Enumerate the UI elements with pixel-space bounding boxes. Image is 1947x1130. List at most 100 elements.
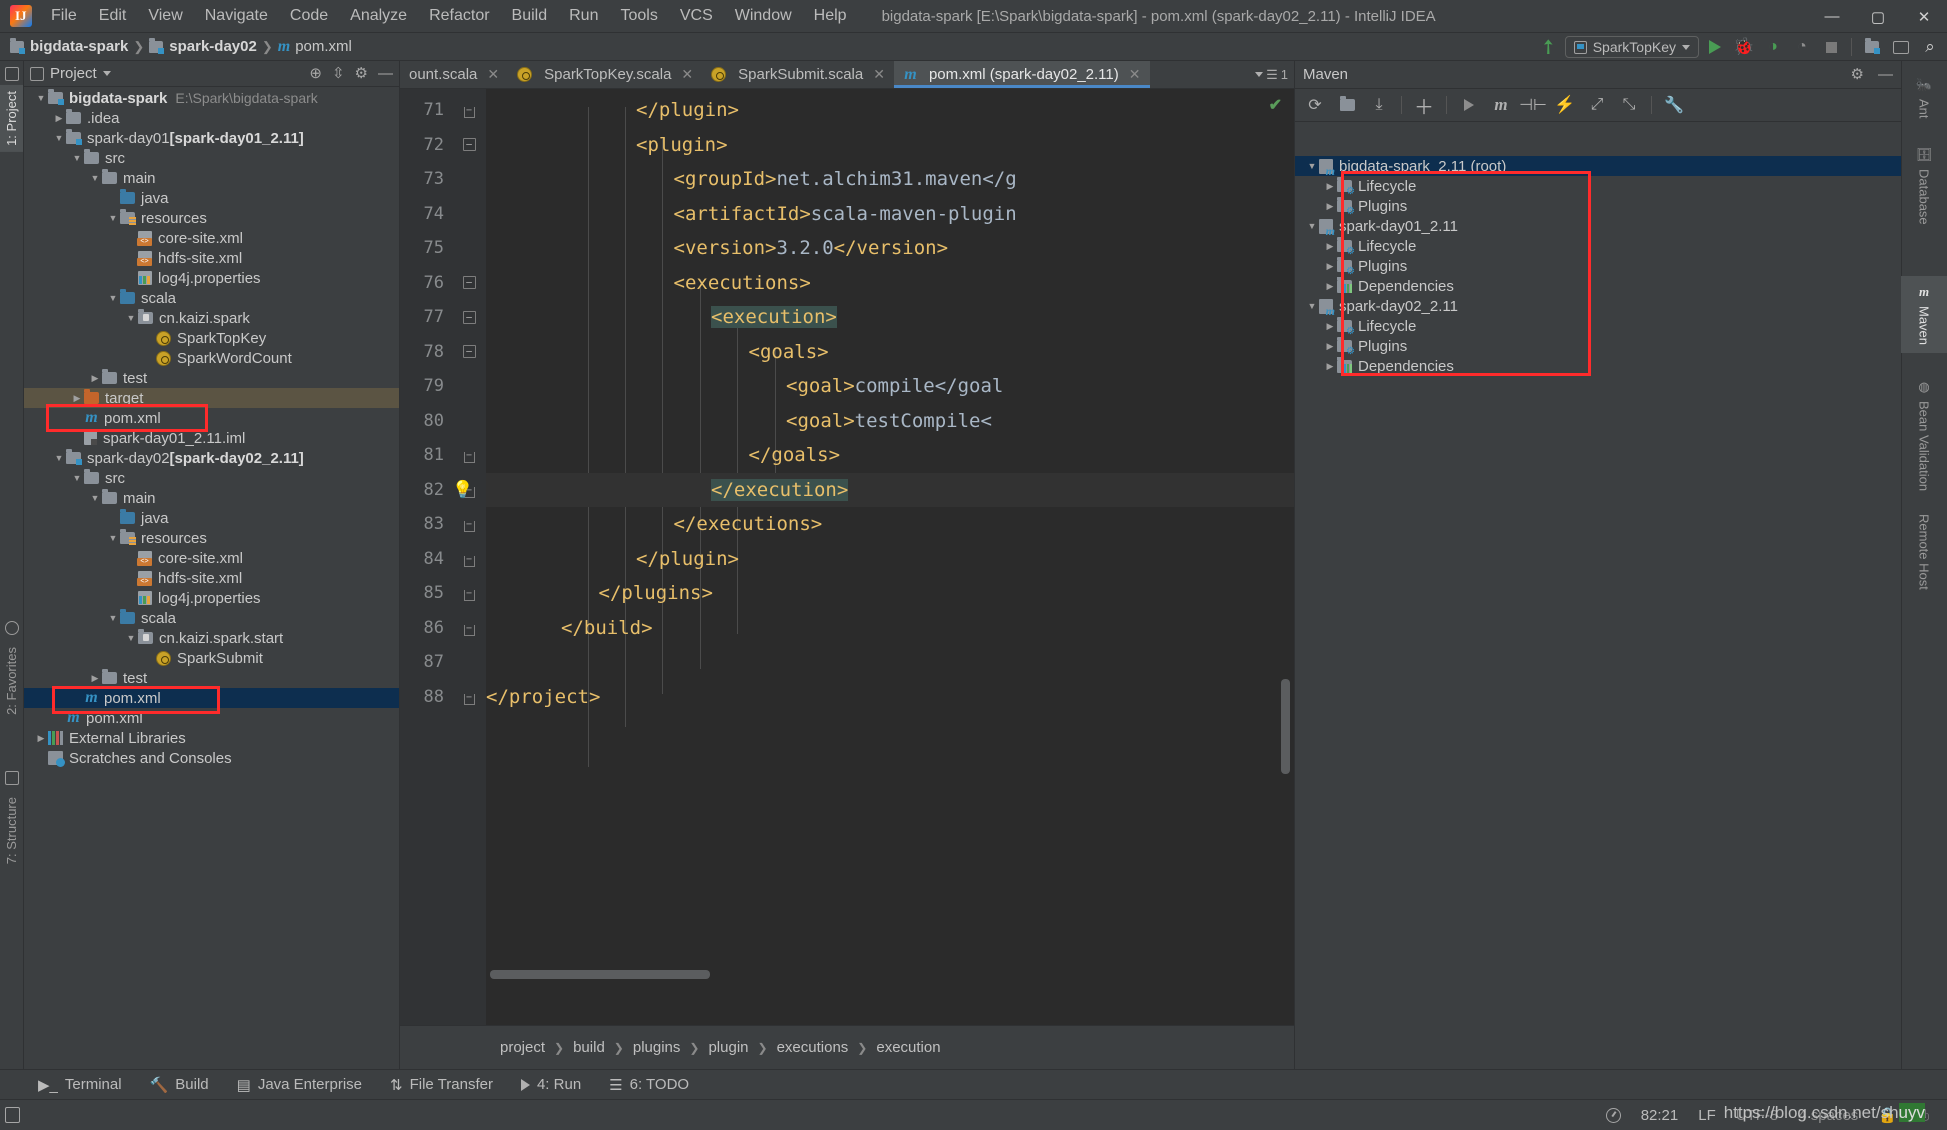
tree-node-core-site-xml[interactable]: core-site.xml — [24, 228, 399, 248]
chevron-down-icon[interactable]: ▼ — [88, 173, 102, 183]
tree-node-external-libraries[interactable]: ▶External Libraries — [24, 728, 399, 748]
project-structure-button[interactable] — [1859, 35, 1885, 59]
chevron-right-icon[interactable]: ▶ — [52, 113, 66, 124]
menu-item-refactor[interactable]: Refactor — [418, 2, 500, 30]
line-separator[interactable]: LF — [1698, 1107, 1716, 1124]
xml-breadcrumb-item-plugin[interactable]: plugin — [708, 1039, 748, 1056]
refresh-icon[interactable]: ⟳ — [1301, 92, 1329, 118]
close-icon[interactable]: ✕ — [681, 66, 693, 83]
chevron-right-icon[interactable]: ▶ — [1323, 241, 1337, 252]
chevron-down-icon[interactable]: ▼ — [106, 293, 120, 303]
maven-node-dependencies[interactable]: ▶Dependencies — [1295, 356, 1901, 376]
chevron-down-icon[interactable] — [103, 71, 111, 76]
tree-node-sparksubmit[interactable]: SparkSubmit — [24, 648, 399, 668]
gear-icon[interactable]: ⚙ — [1851, 67, 1864, 82]
xml-breadcrumb[interactable]: project❯build❯plugins❯plugin❯executions❯… — [500, 1039, 941, 1056]
intention-bulb-icon[interactable]: 💡 — [452, 480, 473, 500]
code-line-78[interactable]: 78−<goals> — [400, 335, 1294, 370]
fold-control[interactable]: − — [452, 137, 486, 152]
fold-control[interactable]: − — [452, 689, 486, 705]
close-icon[interactable]: ✕ — [873, 66, 885, 83]
bottom-item-todo[interactable]: ☰ 6: TODO — [595, 1076, 703, 1094]
hide-panel-icon[interactable]: — — [1878, 67, 1893, 82]
sidebar-item-remote-host[interactable]: Remote Host — [1901, 506, 1947, 598]
tree-node-target[interactable]: ▶target — [24, 388, 399, 408]
tree-node-log4j-properties[interactable]: log4j.properties — [24, 588, 399, 608]
tree-node-main[interactable]: ▼main — [24, 168, 399, 188]
run-configuration-selector[interactable]: SparkTopKey — [1565, 36, 1699, 58]
fold-control[interactable]: − — [452, 310, 486, 325]
download-sources-icon[interactable]: ⤓ — [1365, 92, 1393, 118]
chevron-down-icon[interactable]: ▼ — [106, 613, 120, 623]
chevron-down-icon[interactable]: ▼ — [70, 153, 84, 163]
menu-item-edit[interactable]: Edit — [88, 2, 138, 30]
settings-wrench-icon[interactable]: 🔧 — [1660, 92, 1688, 118]
add-module-icon[interactable] — [1333, 92, 1361, 118]
chevron-right-icon[interactable]: ▶ — [1323, 341, 1337, 352]
code-line-71[interactable]: 71−</plugin> — [400, 93, 1294, 128]
chevron-down-icon[interactable]: ▼ — [1305, 301, 1319, 311]
tree-node-sparktopkey[interactable]: SparkTopKey — [24, 328, 399, 348]
chevron-down-icon[interactable]: ▼ — [124, 313, 138, 323]
maven-node-dependencies[interactable]: ▶Dependencies — [1295, 276, 1901, 296]
run-button[interactable] — [1702, 35, 1728, 59]
breadcrumb-item-project[interactable]: bigdata-spark — [30, 38, 128, 55]
sidebar-item-ant[interactable]: 🐜 Ant — [1901, 69, 1947, 127]
menu-item-tools[interactable]: Tools — [609, 2, 668, 30]
tab-overflow-control[interactable]: ☰1 — [1249, 61, 1294, 88]
gear-icon[interactable]: ⚙ — [355, 66, 368, 81]
sidebar-item-maven[interactable]: m Maven — [1901, 276, 1947, 353]
chevron-down-icon[interactable]: ▼ — [52, 453, 66, 463]
code-editor[interactable]: 71−</plugin>72−<plugin>73<groupId>net.al… — [400, 89, 1294, 1025]
xml-breadcrumb-item-build[interactable]: build — [573, 1039, 605, 1056]
search-icon[interactable]: ⌕ — [1917, 35, 1943, 59]
tree-node-sparkwordcount[interactable]: SparkWordCount — [24, 348, 399, 368]
xml-breadcrumb-item-project[interactable]: project — [500, 1039, 545, 1056]
profile-button[interactable]: ◔ — [1789, 35, 1815, 59]
fold-control[interactable]: − — [452, 344, 486, 359]
editor-tab-ount-scala[interactable]: ount.scala✕ — [400, 61, 508, 88]
maven-node-bigdata-spark-2-11-root-[interactable]: ▼bigdata-spark_2.11 (root) — [1295, 156, 1901, 176]
chevron-right-icon[interactable]: ▶ — [1323, 261, 1337, 272]
chevron-down-icon[interactable]: ▼ — [1305, 221, 1319, 231]
code-line-75[interactable]: 75<version>3.2.0</version> — [400, 231, 1294, 266]
sidebar-item-bean-validation[interactable]: ◍ Bean Validation — [1901, 371, 1947, 499]
locate-icon[interactable]: ⊕ — [309, 66, 322, 81]
chevron-down-icon[interactable]: ▼ — [88, 493, 102, 503]
caret-position[interactable]: 82:21 — [1641, 1107, 1679, 1124]
toggle-sidebar-button[interactable] — [0, 1100, 24, 1130]
code-line-84[interactable]: 84−</plugin> — [400, 542, 1294, 577]
maximize-button[interactable]: ▢ — [1855, 0, 1901, 33]
menu-item-view[interactable]: View — [137, 2, 193, 30]
project-file-tree[interactable]: ▼bigdata-sparkE:\Spark\bigdata-spark▶.id… — [24, 88, 399, 1069]
fold-control[interactable]: − — [452, 102, 486, 118]
maven-goal-icon[interactable]: m — [1487, 92, 1515, 118]
code-line-74[interactable]: 74<artifactId>scala-maven-plugin — [400, 197, 1294, 232]
maven-node-spark-day01-2-11[interactable]: ▼spark-day01_2.11 — [1295, 216, 1901, 236]
menu-item-build[interactable]: Build — [501, 2, 559, 30]
code-line-86[interactable]: 86−</build> — [400, 611, 1294, 646]
chevron-right-icon[interactable]: ▶ — [88, 673, 102, 684]
debug-button[interactable]: 🐞 — [1731, 35, 1757, 59]
back-arrow-icon[interactable]: ➚ — [1536, 35, 1562, 59]
chevron-right-icon[interactable]: ▶ — [70, 393, 84, 404]
code-line-88[interactable]: 88−</project> — [400, 680, 1294, 715]
chevron-right-icon[interactable]: ▶ — [1323, 321, 1337, 332]
menu-item-analyze[interactable]: Analyze — [339, 2, 418, 30]
tree-node-resources[interactable]: ▼resources — [24, 528, 399, 548]
xml-breadcrumb-item-plugins[interactable]: plugins — [633, 1039, 681, 1056]
code-line-73[interactable]: 73<groupId>net.alchim31.maven</g — [400, 162, 1294, 197]
chevron-down-icon[interactable]: ▼ — [34, 93, 48, 103]
sidebar-item-project[interactable]: 1: Project — [0, 85, 23, 152]
collapse-all-icon[interactable]: ⇳ — [332, 66, 345, 81]
chevron-down-icon[interactable]: ▼ — [1305, 161, 1319, 171]
fold-control[interactable]: − — [452, 551, 486, 567]
tree-node-core-site-xml[interactable]: core-site.xml — [24, 548, 399, 568]
code-line-72[interactable]: 72−<plugin> — [400, 128, 1294, 163]
close-icon[interactable]: ✕ — [1129, 66, 1141, 83]
editor-tab-sparksubmit-scala[interactable]: SparkSubmit.scala✕ — [702, 61, 894, 88]
plus-icon[interactable]: ＋ — [1410, 92, 1438, 118]
maven-node-lifecycle[interactable]: ▶Lifecycle — [1295, 176, 1901, 196]
tree-node-java[interactable]: java — [24, 508, 399, 528]
tree-node-src[interactable]: ▼src — [24, 468, 399, 488]
